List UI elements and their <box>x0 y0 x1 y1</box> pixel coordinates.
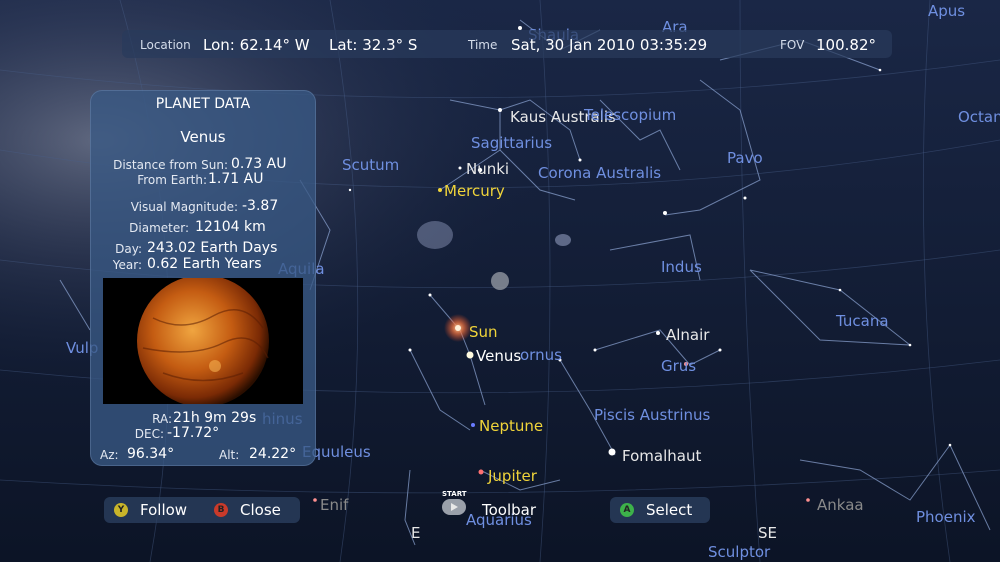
constellation-label-sculptor[interactable]: Sculptor <box>708 543 770 561</box>
altitude-value: 24.22° <box>249 446 297 462</box>
y-button-icon: Y <box>114 503 128 517</box>
constellation-label-scutum[interactable]: Scutum <box>342 156 399 174</box>
constellation-label-pavo[interactable]: Pavo <box>727 149 763 167</box>
diameter-label: Diameter: <box>129 221 189 235</box>
constellation-label-sagittarius[interactable]: Sagittarius <box>471 134 552 152</box>
planet-label-sun[interactable]: Sun <box>469 323 498 341</box>
latitude-value: Lat: 32.3° S <box>329 36 418 54</box>
altitude-label: Alt: <box>219 448 240 462</box>
time-value: Sat, 30 Jan 2010 03:35:29 <box>511 36 708 54</box>
constellation-label-apus[interactable]: Apus <box>928 2 965 20</box>
planet-label-neptune[interactable]: Neptune <box>479 417 543 435</box>
star-label-enif[interactable]: Enif <box>320 496 348 514</box>
follow-button[interactable]: Follow <box>140 501 187 519</box>
year-value: 0.62 Earth Years <box>147 256 262 272</box>
start-key-label: START <box>442 490 467 498</box>
select-bar: A Select <box>610 497 710 523</box>
day-label: Day: <box>115 242 142 256</box>
magnitude-value: -3.87 <box>242 198 279 214</box>
magnitude-label: Visual Magnitude: <box>130 200 238 214</box>
planet-data-panel: PLANET DATA Venus Distance from Sun: 0.7… <box>90 90 316 466</box>
constellation-label-indus[interactable]: Indus <box>661 258 702 276</box>
distance-earth-value: 1.71 AU <box>208 171 264 187</box>
constellation-label-telescopium[interactable]: Telescopium <box>584 106 676 124</box>
star-label-nunki[interactable]: Nunki <box>466 160 509 178</box>
b-button-icon: B <box>214 503 228 517</box>
planet-image <box>103 275 303 407</box>
ra-label: RA: <box>152 412 172 426</box>
dec-label: DEC: <box>134 427 164 441</box>
star-label-fomalhaut[interactable]: Fomalhaut <box>622 447 701 465</box>
status-bar: Location Lon: 62.14° W Lat: 32.3° S Time… <box>122 30 892 58</box>
planet-label-jupiter[interactable]: Jupiter <box>488 467 537 485</box>
distance-sun-value: 0.73 AU <box>231 156 287 172</box>
toolbar-control[interactable]: START Toolbar <box>440 490 550 524</box>
ra-value: 21h 9m 29s <box>173 410 257 426</box>
toolbar-button[interactable]: Toolbar <box>482 501 536 519</box>
start-button-icon <box>442 499 466 515</box>
azimuth-value: 96.34° <box>127 446 175 462</box>
distance-earth-label: From Earth: <box>137 173 207 187</box>
star-label-ankaa[interactable]: Ankaa <box>817 496 864 514</box>
time-label: Time <box>468 38 498 52</box>
constellation-label-capricornus[interactable]: ornus <box>520 346 562 364</box>
constellation-label-octans[interactable]: Octan <box>958 108 1000 126</box>
fov-value: 100.82° <box>816 36 876 54</box>
select-button[interactable]: Select <box>646 501 692 519</box>
planet-label-venus[interactable]: Venus <box>476 347 521 365</box>
distance-sun-label: Distance from Sun: <box>113 158 228 172</box>
planet-name: Venus <box>180 128 226 146</box>
star-label-alnair[interactable]: Alnair <box>666 326 709 344</box>
planet-label-mercury[interactable]: Mercury <box>444 182 505 200</box>
compass-label-e: E <box>411 524 421 542</box>
a-button-icon: A <box>620 503 634 517</box>
fov-label: FOV <box>780 38 805 52</box>
dec-value: -17.72° <box>167 425 220 441</box>
diameter-value: 12104 km <box>195 219 266 235</box>
compass-label-se: SE <box>758 524 777 542</box>
constellation-label-corona-australis[interactable]: Corona Australis <box>538 164 661 182</box>
year-label: Year: <box>112 258 142 272</box>
close-button[interactable]: Close <box>240 501 281 519</box>
constellation-label-grus[interactable]: Grus <box>661 357 696 375</box>
panel-title: PLANET DATA <box>155 96 251 112</box>
day-value: 243.02 Earth Days <box>147 240 278 256</box>
follow-close-bar: Y Follow B Close <box>104 497 300 523</box>
constellation-label-piscis-austrinus[interactable]: Piscis Austrinus <box>594 406 710 424</box>
longitude-value: Lon: 62.14° W <box>203 36 310 54</box>
azimuth-label: Az: <box>100 448 119 462</box>
constellation-label-phoenix[interactable]: Phoenix <box>916 508 976 526</box>
moon-marker <box>491 272 509 290</box>
constellation-label-tucana[interactable]: Tucana <box>836 312 889 330</box>
location-label: Location <box>140 38 191 52</box>
